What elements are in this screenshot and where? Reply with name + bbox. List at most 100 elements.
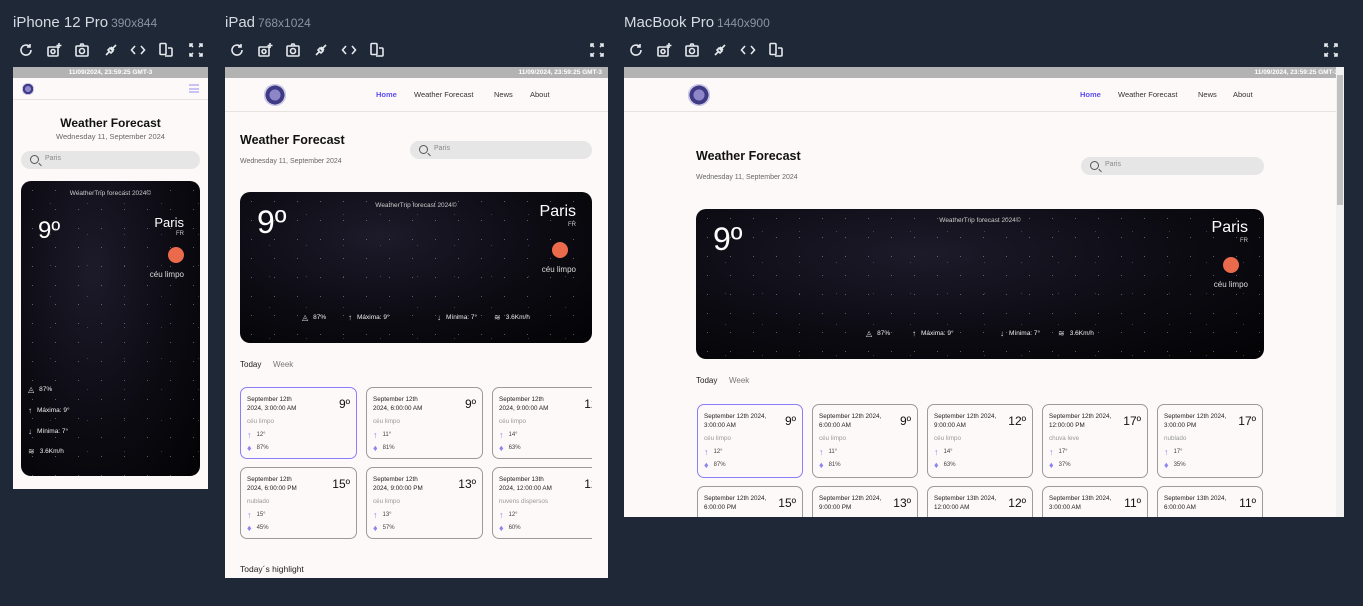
forecast-max: ↑ 12° xyxy=(704,447,723,457)
forecast-card[interactable]: September 12th 2024, 6:00:00 AM 9º céu lim… xyxy=(366,387,483,459)
device-name: MacBook Pro xyxy=(624,14,715,31)
stat-max-value: Máxima: 9° xyxy=(37,407,70,414)
fullscreen-button[interactable] xyxy=(188,42,206,58)
fullscreen-button[interactable] xyxy=(589,42,607,58)
refresh-button[interactable] xyxy=(18,42,36,58)
stat-humidity: ◬ 87% xyxy=(866,329,890,338)
forecast-date: September 13th 2024, 12:00:00 AM xyxy=(934,495,997,511)
water-drop-icon: ♦ xyxy=(499,443,504,453)
forecast-date: September 12th 2024, 9:00:00 PM xyxy=(819,495,882,511)
device-title: iPad 768x1024 xyxy=(225,14,311,31)
code-button[interactable] xyxy=(130,42,148,58)
forecast-temp: 15º xyxy=(778,496,796,510)
macbook-viewport: 11/09/2024, 23:59:25 GMT-3 Home Weather Fo… xyxy=(624,67,1344,517)
forecast-humidity: ♦ 87% xyxy=(704,460,726,470)
forecast-temp: 12º xyxy=(1008,414,1026,428)
device-title: iPhone 12 Pro 390x844 xyxy=(13,14,157,31)
forecast-card[interactable]: September 12th 2024, 3:00:00 PM 17º nublad… xyxy=(1157,404,1263,478)
forecast-card[interactable]: September 12th 2024, 6:00:00 PM15ºnublad… xyxy=(697,486,803,517)
forecast-card[interactable]: September 13th 2024, 12:00:00 AM12ºnuven… xyxy=(927,486,1033,517)
forecast-max: ↑ 14° xyxy=(499,430,518,440)
stat-humidity: ◬ 87% xyxy=(28,385,52,394)
forecast-condition: chuva leve xyxy=(1049,435,1080,442)
fullscreen-button[interactable] xyxy=(1323,42,1341,58)
site-logo[interactable] xyxy=(688,84,710,106)
refresh-button[interactable] xyxy=(628,42,646,58)
arrow-up-icon: ↑ xyxy=(704,447,709,457)
forecast-condition: céu limpo xyxy=(247,418,274,425)
site-logo[interactable] xyxy=(22,83,34,95)
site-header xyxy=(13,78,208,100)
brand-caption: WeatherTrip forecast 2024© xyxy=(69,190,152,197)
plug-button[interactable] xyxy=(712,42,730,58)
screenshot-add-button[interactable] xyxy=(257,42,275,58)
forecast-max-value: 12° xyxy=(508,512,518,518)
forecast-humidity-value: 87% xyxy=(256,445,269,451)
forecast-date: September 12th 2024, 9:00:00 AM xyxy=(934,413,997,429)
stat-max: ↑ Máxima: 9° xyxy=(28,406,70,415)
forecast-card[interactable]: September 12th 2024, 9:00:00 AM 12º céu li… xyxy=(492,387,592,459)
forecast-max-value: 15° xyxy=(256,512,266,518)
tab-week[interactable]: Week xyxy=(729,376,749,385)
screenshot-add-button[interactable] xyxy=(46,42,64,58)
forecast-card[interactable]: September 12th 2024, 3:00:00 AM 9º céu lim… xyxy=(240,387,357,459)
forecast-card[interactable]: September 12th 2024, 6:00:00 PM15ºnublad… xyxy=(240,467,357,539)
forecast-card[interactable]: September 12th 2024, 12:00:00 PM 17º chuva… xyxy=(1042,404,1148,478)
forecast-card[interactable]: September 12th 2024, 9:00:00 PM13ºcéu li… xyxy=(366,467,483,539)
nav-home[interactable]: Home xyxy=(1080,90,1101,99)
search-icon xyxy=(30,155,39,164)
code-button[interactable] xyxy=(341,42,359,58)
camera-button[interactable] xyxy=(684,42,702,58)
forecast-temp: 17º xyxy=(1123,414,1141,428)
forecast-card[interactable]: September 13th 2024, 12:00:00 AM12ºnuven… xyxy=(492,467,592,539)
forecast-condition: nublado xyxy=(1164,435,1187,442)
camera-button[interactable] xyxy=(285,42,303,58)
forecast-humidity: ♦ 63% xyxy=(499,443,521,453)
plug-button[interactable] xyxy=(313,42,331,58)
refresh-icon xyxy=(628,44,644,62)
plug-button[interactable] xyxy=(103,42,121,58)
refresh-icon xyxy=(229,44,245,62)
arrow-up-icon: ↑ xyxy=(28,406,32,415)
screenshot-add-button[interactable] xyxy=(656,42,674,58)
water-drop-icon: ♦ xyxy=(247,523,252,533)
forecast-card[interactable]: September 13th 2024, 6:00:00 AM 11º xyxy=(1157,486,1263,517)
code-button[interactable] xyxy=(740,42,758,58)
rotate-device-button[interactable] xyxy=(158,42,176,58)
water-drop-icon: ♦ xyxy=(1049,460,1054,470)
search-input[interactable]: Paris xyxy=(1081,157,1264,175)
forecast-max: ↑ 17° xyxy=(1049,447,1068,457)
forecast-card[interactable]: September 12th 2024, 9:00:00 AM 12º céu li… xyxy=(927,404,1033,478)
nav-about[interactable]: About xyxy=(1233,90,1253,99)
rotate-device-button[interactable] xyxy=(369,42,387,58)
country-code: FR xyxy=(1240,238,1248,244)
status-bar: 11/09/2024, 23:59:25 GMT-3 xyxy=(624,67,1344,78)
vertical-scrollbar[interactable] xyxy=(1336,67,1344,517)
forecast-card[interactable]: September 13th 2024, 3:00:00 AM 11º xyxy=(1042,486,1148,517)
current-temp: 9º xyxy=(713,221,743,257)
wind-icon: ≋ xyxy=(1058,329,1065,338)
scrollbar-thumb[interactable] xyxy=(1337,75,1343,205)
forecast-card[interactable]: September 12th 2024, 3:00:00 AM 9º céu lim… xyxy=(697,404,803,478)
forecast-date: September 13th 2024, 3:00:00 AM xyxy=(1049,495,1112,511)
code-icon xyxy=(740,45,756,62)
forecast-humidity-value: 37% xyxy=(1058,462,1071,468)
nav-weather-forecast[interactable]: Weather Forecast xyxy=(1118,90,1177,99)
search-input[interactable]: Paris xyxy=(21,151,200,169)
forecast-card[interactable]: September 12th 2024, 9:00:00 PM13ºcéu li… xyxy=(812,486,918,517)
forecast-temp: 9º xyxy=(899,414,911,428)
hamburger-menu-icon[interactable] xyxy=(189,84,199,93)
nav-news[interactable]: News xyxy=(1198,90,1217,99)
rotate-device-button[interactable] xyxy=(768,42,786,58)
forecast-max: ↑ 12° xyxy=(499,510,518,520)
forecast-date: September 12th 2024, 6:00:00 AM xyxy=(373,396,423,412)
wind-icon: ≋ xyxy=(28,447,35,456)
forecast-max: ↑ 17° xyxy=(1164,447,1183,457)
tab-today[interactable]: Today xyxy=(696,376,717,385)
camera-button[interactable] xyxy=(74,42,92,58)
weather-sun-icon xyxy=(168,247,184,263)
fullscreen-icon xyxy=(188,43,204,62)
forecast-card[interactable]: September 12th 2024, 6:00:00 AM 9º céu lim… xyxy=(812,404,918,478)
forecast-date: September 12th 2024, 6:00:00 AM xyxy=(819,413,882,429)
refresh-button[interactable] xyxy=(229,42,247,58)
